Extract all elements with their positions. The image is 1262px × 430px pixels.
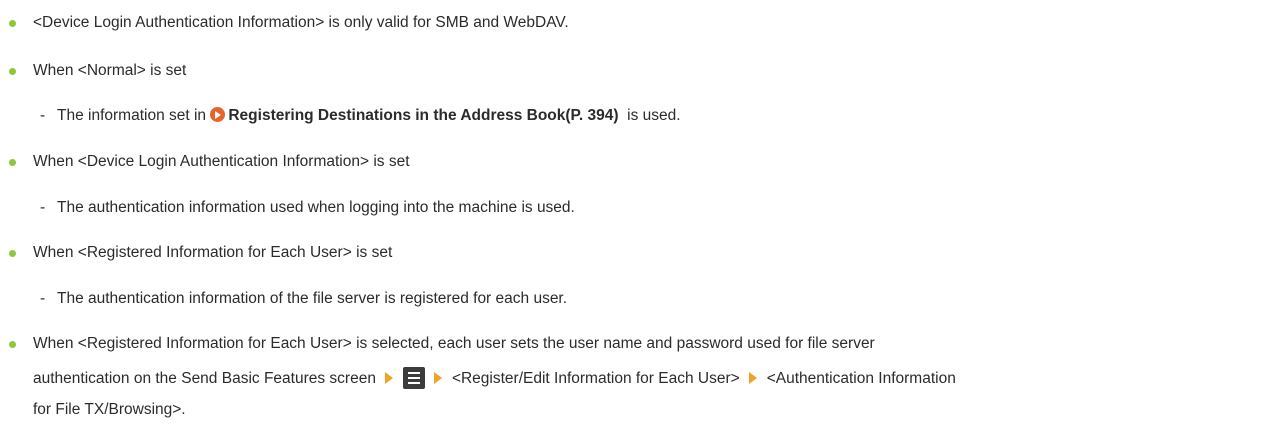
sub-item-text: The authentication information used when… [57, 199, 575, 216]
bullet-icon [9, 68, 16, 75]
sub-item-text-after: is used. [627, 107, 681, 124]
right-triangle-arrow-icon [748, 372, 757, 384]
bullet-icon [9, 159, 16, 166]
address-book-link-label: Registering Destinations in the Address … [228, 107, 619, 124]
address-book-link[interactable]: Registering Destinations in the Address … [210, 107, 622, 124]
circle-play-icon [210, 107, 226, 122]
list-item-text: When <Registered Information for Each Us… [33, 244, 393, 261]
bullet-icon [9, 250, 16, 257]
list-item-text: When <Registered Information for Each Us… [33, 335, 875, 352]
procedure-text-screen: authentication on the Send Basic Feature… [33, 370, 376, 387]
right-triangle-arrow-icon [433, 372, 442, 384]
sub-item-text-before: The information set in [57, 107, 207, 124]
sub-item-text: The authentication information of the fi… [57, 290, 568, 307]
procedure-text-end: for File TX/Browsing>. [33, 401, 186, 418]
dash-marker: - [40, 199, 46, 216]
bullet-icon [9, 20, 16, 27]
procedure-text-register: <Register/Edit Information for Each User… [451, 370, 740, 387]
dash-marker: - [40, 107, 46, 124]
right-triangle-arrow-icon [384, 372, 393, 384]
menu-key-icon [402, 367, 425, 389]
list-item-text: When <Device Login Authentication Inform… [33, 153, 410, 170]
list-item-text: <Device Login Authentication Information… [33, 14, 569, 31]
dash-marker: - [40, 290, 46, 307]
bullet-icon [9, 341, 16, 348]
notes-list: <Device Login Authentication Information… [0, 0, 1262, 430]
list-item-text: When <Normal> is set [33, 62, 187, 79]
procedure-text-auth: <Authentication Information [766, 370, 956, 387]
